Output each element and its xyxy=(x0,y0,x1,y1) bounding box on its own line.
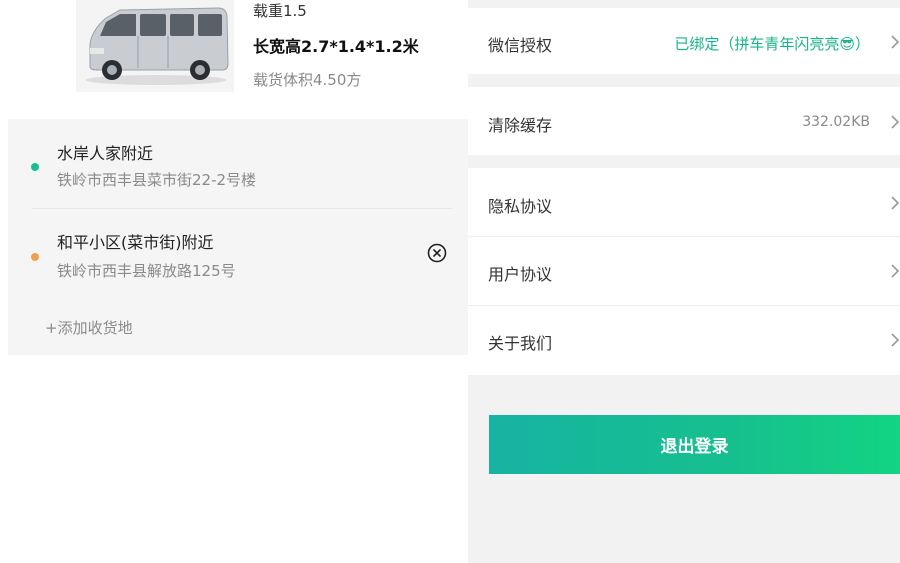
chevron-right-icon xyxy=(891,196,900,210)
vehicle-image xyxy=(76,0,234,92)
pickup-dot-icon xyxy=(31,163,39,171)
settings-item-label: 关于我们 xyxy=(488,334,553,353)
logout-label: 退出登录 xyxy=(660,437,729,457)
chevron-right-icon xyxy=(891,264,900,278)
chevron-right-icon xyxy=(891,115,900,129)
address-title: 和平小区(菜市街)附近 xyxy=(57,233,214,252)
address-item-dropoff[interactable]: 和平小区(菜市街)附近 铁岭市西丰县解放路125号 xyxy=(8,208,468,298)
van-icon xyxy=(76,0,234,92)
settings-item-user-agreement[interactable]: 用户协议 xyxy=(468,237,900,305)
vehicle-load: 载重1.5 xyxy=(253,2,307,20)
add-address-button[interactable]: +添加收货地 xyxy=(45,317,133,338)
chevron-right-icon xyxy=(891,35,900,49)
settings-item-wechat[interactable]: 微信授权 已绑定（拼车青年闪亮亮😎） xyxy=(468,8,900,74)
settings-item-label: 隐私协议 xyxy=(488,197,553,216)
address-card: 水岸人家附近 铁岭市西丰县菜市街22-2号楼 和平小区(菜市街)附近 铁岭市西丰… xyxy=(8,119,468,355)
vehicle-volume: 载货体积4.50方 xyxy=(253,71,362,89)
address-title: 水岸人家附近 xyxy=(57,144,154,163)
settings-panel: 微信授权 已绑定（拼车青年闪亮亮😎） 清除缓存 332.02KB 隐私协议 用户… xyxy=(468,0,900,563)
settings-item-privacy[interactable]: 隐私协议 xyxy=(468,168,900,236)
address-detail: 铁岭市西丰县菜市街22-2号楼 xyxy=(57,171,257,189)
wechat-status: 已绑定（拼车青年闪亮亮😎） xyxy=(674,35,870,53)
vehicle-dimensions: 长宽高2.7*1.4*1.2米 xyxy=(253,37,419,56)
settings-item-label: 微信授权 xyxy=(488,36,553,55)
cache-size: 332.02KB xyxy=(802,114,870,130)
chevron-right-icon xyxy=(891,333,900,347)
order-panel: 载重1.5 长宽高2.7*1.4*1.2米 载货体积4.50方 水岸人家附近 铁… xyxy=(0,0,468,563)
logout-button[interactable]: 退出登录 xyxy=(489,415,900,474)
settings-item-label: 清除缓存 xyxy=(488,116,553,135)
dropoff-dot-icon xyxy=(31,253,39,261)
settings-item-clear-cache[interactable]: 清除缓存 332.02KB xyxy=(468,87,900,155)
address-detail: 铁岭市西丰县解放路125号 xyxy=(57,262,236,280)
remove-address-icon[interactable] xyxy=(427,243,447,263)
address-item-pickup[interactable]: 水岸人家附近 铁岭市西丰县菜市街22-2号楼 xyxy=(8,119,468,208)
settings-item-label: 用户协议 xyxy=(488,265,553,284)
settings-item-about[interactable]: 关于我们 xyxy=(468,306,900,375)
